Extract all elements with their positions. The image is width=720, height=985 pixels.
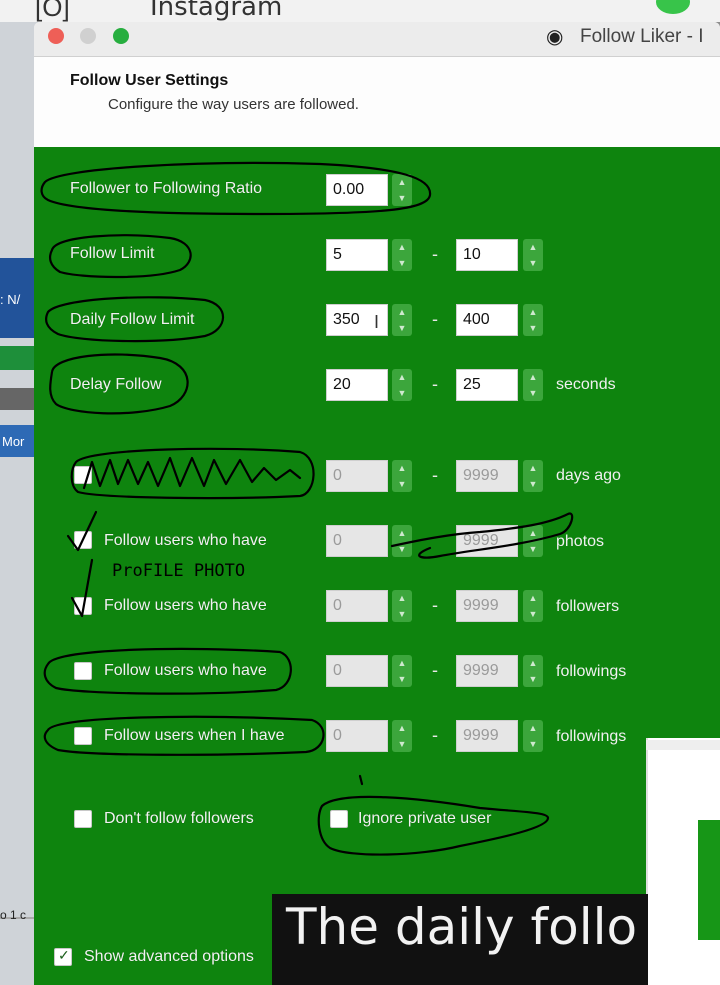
handwritten-note: ProFILE PHOTO (112, 561, 245, 581)
my-followings-circle-icon (43, 715, 325, 756)
daily-limit-circle-icon (45, 296, 224, 343)
follow-limit-circle-icon (49, 234, 192, 279)
joined-zigzag-icon (82, 456, 302, 490)
followings-circle-icon (43, 647, 292, 695)
photos-strike-icon (390, 512, 574, 559)
ratio-circle-icon (40, 161, 432, 216)
followers-check-icon (70, 558, 94, 618)
annotation-tick-icon (358, 774, 364, 786)
ignore-private-circle-icon (317, 795, 550, 856)
handdrawn-annotations: ProFILE PHOTO (40, 161, 574, 856)
joined-scribble-icon (70, 447, 315, 500)
photos-check-icon (66, 510, 98, 552)
delay-follow-circle-icon (49, 353, 189, 415)
